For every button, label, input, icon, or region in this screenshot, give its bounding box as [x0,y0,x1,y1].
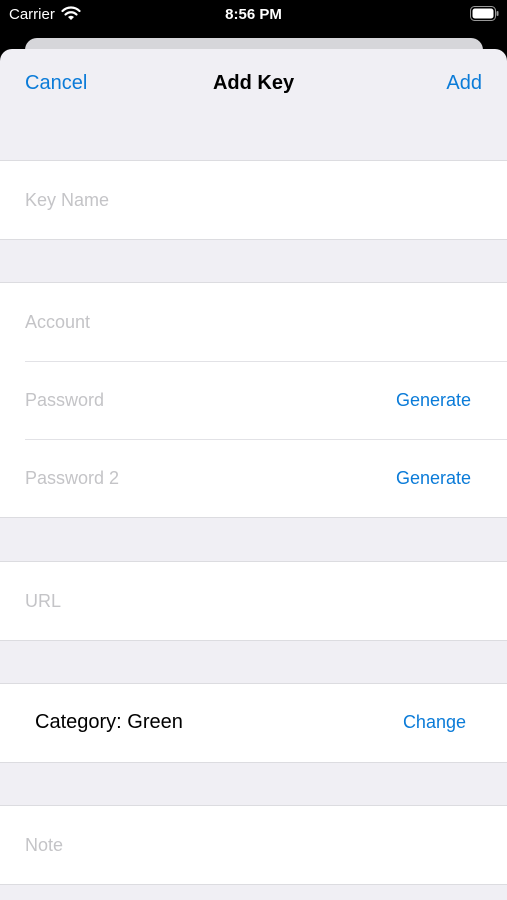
url-placeholder: URL [25,591,62,611]
url-section: URL [0,561,507,641]
category-row: Category: Green Change [0,684,507,762]
category-section: Category: Green Change [0,683,507,763]
generate-password2-button[interactable]: Generate [396,468,471,489]
key-name-field[interactable]: Key Name [0,161,507,239]
change-category-button[interactable]: Change [403,712,466,733]
password-placeholder: Password [25,390,105,410]
page-title: Add Key [212,72,295,94]
account-field[interactable]: Account [0,283,507,361]
generate-password-button[interactable]: Generate [396,390,471,411]
note-field[interactable]: Note [0,806,507,884]
note-placeholder: Note [25,835,64,855]
password2-placeholder: Password 2 [25,468,120,488]
battery-icon [470,6,499,21]
add-button[interactable]: Add [446,72,482,95]
url-field[interactable]: URL [0,562,507,640]
account-placeholder: Account [25,312,91,332]
status-time: 8:56 PM [225,6,282,23]
status-bar: Carrier 8:56 PM [0,0,507,30]
key-name-section: Key Name [0,160,507,240]
category-label: Category: Green [35,711,183,733]
password-field[interactable]: Password Generate [0,361,507,439]
password2-field[interactable]: Password 2 Generate [0,439,507,517]
add-key-sheet: Cancel Add Key Add Key Name Account Pass… [0,49,507,900]
key-name-placeholder: Key Name [25,190,110,210]
credentials-section: Account Password Generate Password 2 Gen… [0,282,507,518]
note-section: Note [0,805,507,885]
navigation-bar: Cancel Add Key Add [0,49,507,119]
